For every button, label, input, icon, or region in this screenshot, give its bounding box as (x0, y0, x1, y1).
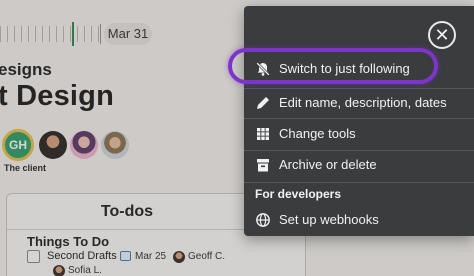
pencil-icon (257, 97, 269, 109)
menu-item-change-tools[interactable]: Change tools (244, 123, 474, 147)
menu-item-archive-delete[interactable]: Archive or delete (244, 154, 474, 178)
close-icon: ✕ (434, 25, 450, 45)
project-title: t Design (0, 80, 114, 112)
assignee-avatar (53, 265, 65, 276)
developers-heading: For developers (255, 187, 342, 201)
menu-item-label: Edit name, description, dates (279, 95, 447, 110)
today-marker (72, 22, 74, 46)
globe-icon (256, 213, 270, 227)
menu-item-label: Switch to just following (279, 61, 410, 76)
client-label: The client (4, 163, 47, 173)
close-menu-button[interactable]: ✕ (428, 21, 456, 49)
schedule-timeline[interactable]: Mar 31 (0, 22, 250, 46)
todo-assignee: Geoff C. (188, 251, 226, 262)
todo-due-date: Mar 25 (135, 251, 167, 262)
todo-item-name[interactable]: Second Drafts (47, 250, 117, 262)
calendar-icon (120, 251, 131, 261)
timeline-divider (100, 24, 101, 44)
archive-icon (257, 159, 269, 172)
menu-divider (244, 88, 474, 89)
menu-item-label: Set up webhooks (279, 212, 379, 227)
grid-icon (257, 128, 269, 140)
timeline-date: Mar 31 (104, 23, 152, 45)
todos-card-title[interactable]: To-dos (7, 203, 247, 221)
menu-item-label: Change tools (279, 126, 356, 141)
person-avatar[interactable] (39, 131, 67, 159)
timeline-ticks (0, 26, 100, 42)
menu-item-switch-following[interactable]: Switch to just following (244, 58, 474, 82)
todo-list-title[interactable]: Things To Do (27, 234, 109, 249)
menu-divider (244, 182, 474, 183)
client-avatar[interactable]: GH (2, 129, 34, 161)
menu-divider (244, 150, 474, 151)
person-avatar[interactable] (70, 131, 98, 159)
menu-divider (244, 118, 474, 119)
project-options-menu: ✕ Switch to just following Edit name, de… (228, 6, 474, 236)
bell-off-icon (256, 62, 270, 76)
card-divider (7, 229, 247, 230)
project-subtitle: esigns (0, 60, 52, 79)
assignee-avatar (173, 251, 185, 263)
todo-assignee: Sofia L. (68, 265, 102, 276)
menu-item-edit-details[interactable]: Edit name, description, dates (244, 92, 474, 116)
todo-checkbox[interactable] (27, 250, 40, 263)
person-avatar[interactable] (101, 131, 129, 159)
menu-item-label: Archive or delete (279, 157, 377, 172)
menu-item-webhooks[interactable]: Set up webhooks (244, 209, 474, 233)
